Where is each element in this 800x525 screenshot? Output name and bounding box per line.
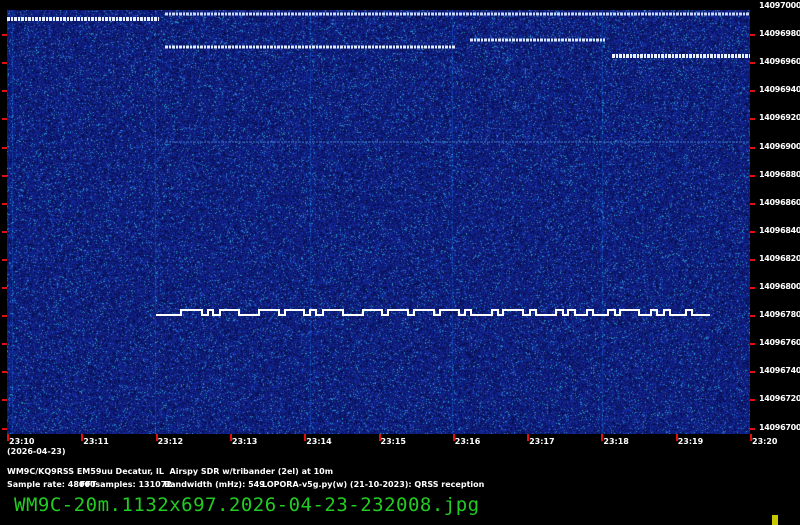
frequency-tick [2, 90, 7, 92]
frequency-tick [2, 175, 7, 177]
frequency-tick [2, 62, 7, 64]
frequency-tick [2, 259, 7, 261]
frequency-tick [2, 371, 7, 373]
frequency-tick [2, 231, 7, 233]
frequency-tick [750, 343, 755, 345]
frequency-tick [2, 287, 7, 289]
frequency-label: 14096840 [759, 226, 800, 235]
time-label: 23:15 [381, 437, 406, 446]
bandwidth: Bandwidth (mHz): 549 [164, 480, 265, 489]
frequency-tick [750, 34, 755, 36]
time-label: 23:12 [158, 437, 183, 446]
time-label: 23:14 [306, 437, 331, 446]
frequency-tick [750, 315, 755, 317]
frequency-tick [2, 34, 7, 36]
frequency-tick [2, 203, 7, 205]
frequency-label: 14096800 [759, 282, 800, 291]
time-label: 23:19 [678, 437, 703, 446]
frequency-label: 14096760 [759, 338, 800, 347]
frequency-label: 14096700 [759, 423, 800, 432]
time-label: 23:13 [232, 437, 257, 446]
signal-traces [7, 10, 750, 434]
time-label: 23:17 [529, 437, 554, 446]
frequency-tick [750, 203, 755, 205]
frequency-label: 14097000 [759, 1, 800, 10]
frequency-label: 14096740 [759, 366, 800, 375]
frequency-tick [750, 147, 755, 149]
frequency-tick [750, 90, 755, 92]
qrss-signal-trace [156, 310, 710, 315]
software-info: LOPORA-v5g.py(w) (21-10-2023): QRSS rece… [262, 480, 484, 489]
time-label: 23:16 [455, 437, 480, 446]
frequency-tick [2, 147, 7, 149]
frequency-label: 14096960 [759, 57, 800, 66]
frequency-label: 14096920 [759, 113, 800, 122]
time-label: 23:10 [9, 437, 34, 446]
status-marker [772, 515, 778, 525]
spectrogram-waterfall [7, 10, 750, 434]
frequency-tick [750, 62, 755, 64]
frequency-tick [2, 343, 7, 345]
station-info: WM9C/KQ9RSS EM59uu Decatur, IL Airspy SD… [7, 467, 333, 476]
frequency-tick [750, 287, 755, 289]
time-label: 23:20 [752, 437, 777, 446]
filename: WM9C-20m.1132x697.2026-04-23-232008.jpg [14, 494, 480, 516]
time-label: 23:11 [83, 437, 108, 446]
frequency-label: 14096720 [759, 394, 800, 403]
frequency-tick [2, 118, 7, 120]
time-label: 23:18 [603, 437, 628, 446]
frequency-tick [750, 231, 755, 233]
frequency-tick [750, 118, 755, 120]
frequency-tick [750, 371, 755, 373]
frequency-label: 14096940 [759, 85, 800, 94]
frequency-tick [2, 428, 7, 430]
frequency-label: 14096780 [759, 310, 800, 319]
date-label: (2026-04-23) [7, 447, 65, 456]
frequency-label: 14096820 [759, 254, 800, 263]
frequency-label: 14096860 [759, 198, 800, 207]
frequency-label: 14096880 [759, 170, 800, 179]
frequency-tick [750, 259, 755, 261]
frequency-tick [750, 175, 755, 177]
frequency-tick [2, 315, 7, 317]
frequency-label: 14096980 [759, 29, 800, 38]
frequency-tick [2, 399, 7, 401]
frequency-label: 14096900 [759, 142, 800, 151]
frequency-tick [750, 399, 755, 401]
frequency-tick [750, 428, 755, 430]
fft-samples: FFTsamples: 131072 [80, 480, 172, 489]
